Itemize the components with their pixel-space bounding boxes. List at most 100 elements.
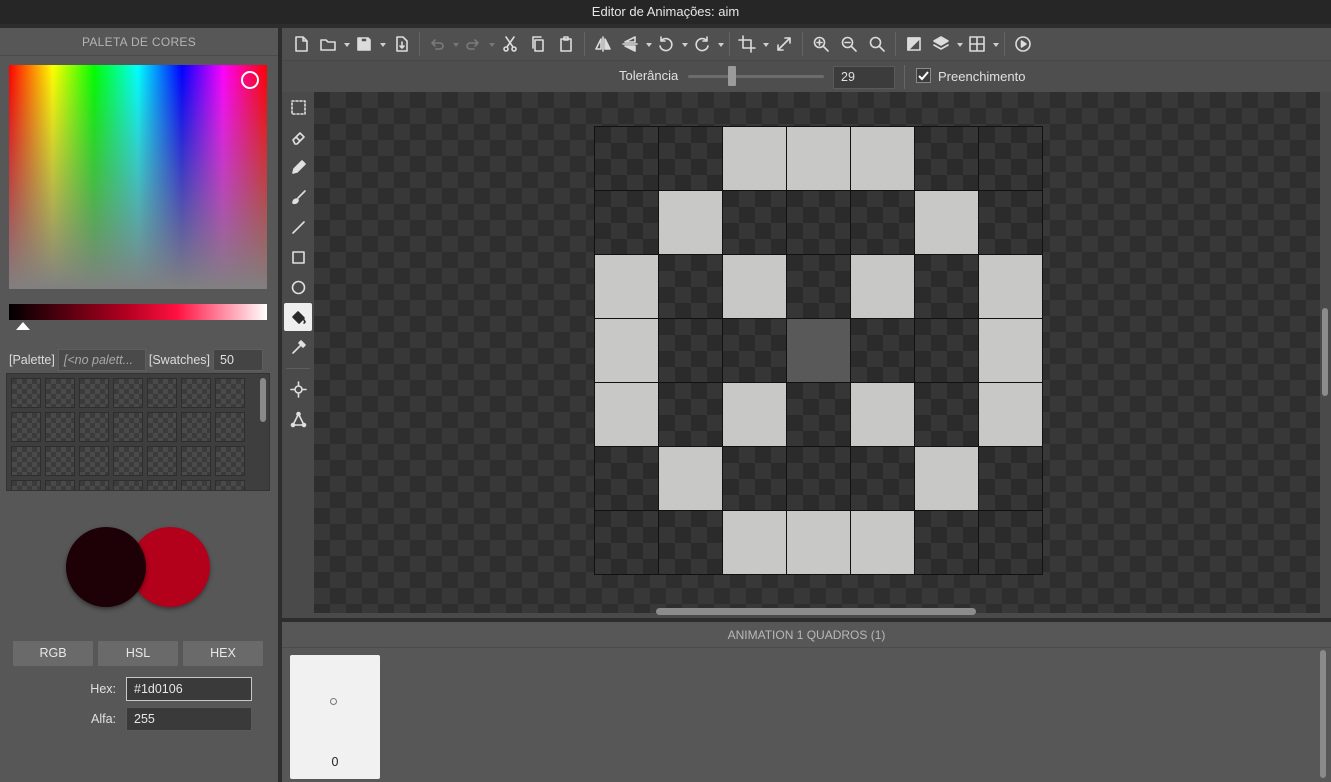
new-file-icon[interactable] [287, 30, 315, 58]
sprite-pixel[interactable] [723, 191, 787, 255]
sprite-pixel[interactable] [979, 191, 1043, 255]
origin-icon[interactable] [284, 375, 312, 403]
ellipse-icon[interactable] [284, 273, 312, 301]
tolerance-slider-thumb[interactable] [728, 66, 736, 86]
swatch-slot[interactable] [147, 378, 177, 408]
fill-bucket-icon[interactable] [284, 303, 312, 331]
swatch-slot[interactable] [79, 446, 109, 476]
brush-icon[interactable] [284, 183, 312, 211]
redo-icon[interactable] [460, 30, 496, 58]
swatch-slot[interactable] [45, 480, 75, 490]
zoom-out-icon[interactable] [835, 30, 863, 58]
swatch-slot[interactable] [181, 480, 211, 490]
resize-icon[interactable] [770, 30, 798, 58]
bone-icon[interactable] [284, 405, 312, 433]
sprite-pixel[interactable] [915, 511, 979, 575]
swatch-slot[interactable] [215, 446, 245, 476]
sprite-pixel[interactable] [723, 447, 787, 511]
sprite-pixel[interactable] [595, 127, 659, 191]
sprite-pixel[interactable] [659, 319, 723, 383]
sprite-pixel[interactable] [595, 255, 659, 319]
frame-thumbnail[interactable]: 0 [290, 655, 380, 779]
sprite-pixel[interactable] [787, 511, 851, 575]
swatches-count-field[interactable]: 50 [213, 349, 264, 371]
swatch-slot[interactable] [45, 412, 75, 442]
sprite-pixel[interactable] [915, 191, 979, 255]
sprite-pixel[interactable] [979, 127, 1043, 191]
sprite-pixel[interactable] [915, 447, 979, 511]
sprite-pixel[interactable] [787, 191, 851, 255]
flip-vertical-icon[interactable] [617, 30, 653, 58]
cut-icon[interactable] [496, 30, 524, 58]
selection-icon[interactable] [284, 93, 312, 121]
swatch-slot[interactable] [147, 446, 177, 476]
sprite-pixel[interactable] [723, 319, 787, 383]
flip-horizontal-icon[interactable] [589, 30, 617, 58]
swatch-slot[interactable] [11, 412, 41, 442]
line-icon[interactable] [284, 213, 312, 241]
drawing-canvas[interactable] [314, 92, 1320, 613]
sprite-pixel[interactable] [595, 447, 659, 511]
zoom-reset-icon[interactable] [863, 30, 891, 58]
tab-hsl[interactable]: HSL [98, 641, 178, 666]
sprite-pixel[interactable] [851, 511, 915, 575]
swatch-slot[interactable] [11, 480, 41, 490]
sprite-pixel[interactable] [851, 191, 915, 255]
layers-icon[interactable] [928, 30, 964, 58]
sprite-pixel[interactable] [659, 191, 723, 255]
rectangle-icon[interactable] [284, 243, 312, 271]
sprite-pixel[interactable] [787, 383, 851, 447]
eyedropper-icon[interactable] [284, 333, 312, 361]
open-folder-icon[interactable] [315, 30, 351, 58]
paste-icon[interactable] [552, 30, 580, 58]
sprite-pixel[interactable] [787, 127, 851, 191]
sprite-pixel[interactable] [915, 383, 979, 447]
sprite-pixel[interactable] [979, 383, 1043, 447]
swatch-slot[interactable] [11, 378, 41, 408]
color-spectrum-picker[interactable] [9, 65, 267, 289]
swatch-slot[interactable] [113, 446, 143, 476]
canvas-vertical-scrollbar[interactable] [1322, 308, 1328, 396]
sprite-pixel[interactable] [659, 511, 723, 575]
swatch-slot[interactable] [181, 412, 211, 442]
frames-scrollbar[interactable] [1320, 650, 1326, 778]
swatch-slot[interactable] [79, 412, 109, 442]
grid-icon[interactable] [964, 30, 1000, 58]
copy-icon[interactable] [524, 30, 552, 58]
rotate-left-icon[interactable] [653, 30, 689, 58]
sprite-pixel[interactable] [595, 191, 659, 255]
lightness-slider[interactable] [9, 304, 267, 320]
sprite-pixel[interactable] [723, 127, 787, 191]
pencil-icon[interactable] [284, 153, 312, 181]
lightness-marker-icon[interactable] [16, 322, 30, 330]
swatch-slot[interactable] [79, 480, 109, 490]
swatch-slot[interactable] [147, 480, 177, 490]
sprite-pixel[interactable] [787, 319, 851, 383]
swatch-slot[interactable] [113, 378, 143, 408]
sprite-pixel[interactable] [851, 127, 915, 191]
swatch-slot[interactable] [11, 446, 41, 476]
sprite-pixel[interactable] [979, 447, 1043, 511]
swatch-scrollbar[interactable] [260, 378, 266, 422]
sprite-pixel[interactable] [723, 511, 787, 575]
palette-name-field[interactable]: [<no palett... [57, 349, 146, 371]
swatch-slot[interactable] [215, 480, 245, 490]
play-icon[interactable] [1009, 30, 1037, 58]
sprite-pixel[interactable] [851, 447, 915, 511]
sprite-pixel[interactable] [915, 255, 979, 319]
undo-icon[interactable] [424, 30, 460, 58]
sprite-pixel[interactable] [979, 511, 1043, 575]
hex-input[interactable]: #1d0106 [126, 677, 252, 701]
swatch-slot[interactable] [181, 378, 211, 408]
sprite-pixel[interactable] [595, 511, 659, 575]
sprite-pixel[interactable] [659, 383, 723, 447]
tolerance-input[interactable]: 29 [833, 66, 895, 89]
sprite-pixel[interactable] [659, 255, 723, 319]
eraser-icon[interactable] [284, 123, 312, 151]
sprite-pixel[interactable] [979, 255, 1043, 319]
sprite-pixel[interactable] [851, 319, 915, 383]
tab-rgb[interactable]: RGB [13, 641, 93, 666]
swatch-slot[interactable] [215, 412, 245, 442]
sprite-pixel[interactable] [595, 383, 659, 447]
save-icon[interactable] [351, 30, 387, 58]
